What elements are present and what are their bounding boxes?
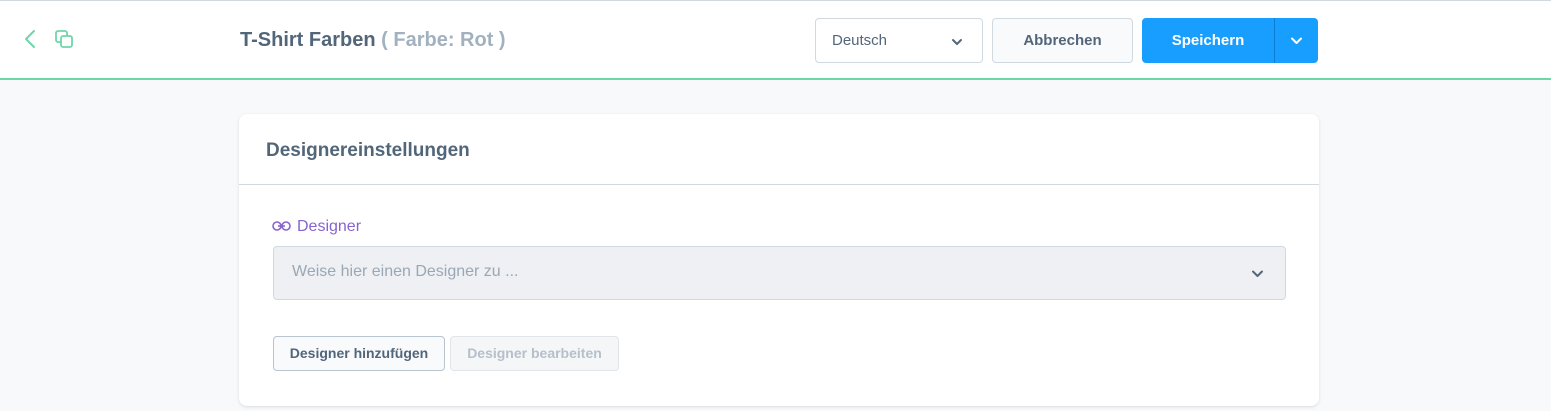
designer-select[interactable]: Weise hier einen Designer zu ... bbox=[273, 246, 1286, 300]
chevron-down-icon bbox=[1252, 270, 1263, 277]
save-button[interactable]: Speichern bbox=[1142, 18, 1274, 63]
add-designer-button[interactable]: Designer hinzufügen bbox=[273, 336, 445, 371]
page-title: T-Shirt Farben ( Farbe: Rot ) bbox=[240, 29, 506, 52]
designer-select-placeholder: Weise hier einen Designer zu ... bbox=[292, 263, 519, 280]
language-select[interactable]: Deutsch bbox=[815, 18, 983, 63]
card-title: Designereinstellungen bbox=[239, 114, 1319, 185]
language-select-value: Deutsch bbox=[832, 32, 888, 49]
designer-field-label: Designer bbox=[272, 218, 361, 236]
duplicate-icon[interactable] bbox=[53, 28, 75, 50]
designer-settings-card: Designereinstellungen Designer Weise hie… bbox=[239, 114, 1319, 406]
cancel-button[interactable]: Abbrechen bbox=[992, 18, 1133, 63]
edit-designer-button[interactable]: Designer bearbeiten bbox=[450, 336, 619, 371]
chevron-left-icon[interactable] bbox=[19, 28, 41, 50]
save-options-button[interactable] bbox=[1274, 18, 1318, 63]
page-title-text: T-Shirt Farben bbox=[240, 29, 376, 51]
link-icon bbox=[272, 221, 291, 231]
chevron-down-icon bbox=[952, 39, 962, 45]
page-title-suffix: ( Farbe: Rot ) bbox=[381, 29, 506, 51]
top-bar: T-Shirt Farben ( Farbe: Rot ) Deutsch Ab… bbox=[0, 0, 1551, 80]
chevron-down-icon bbox=[1291, 37, 1302, 44]
designer-field-label-text: Designer bbox=[297, 218, 362, 235]
